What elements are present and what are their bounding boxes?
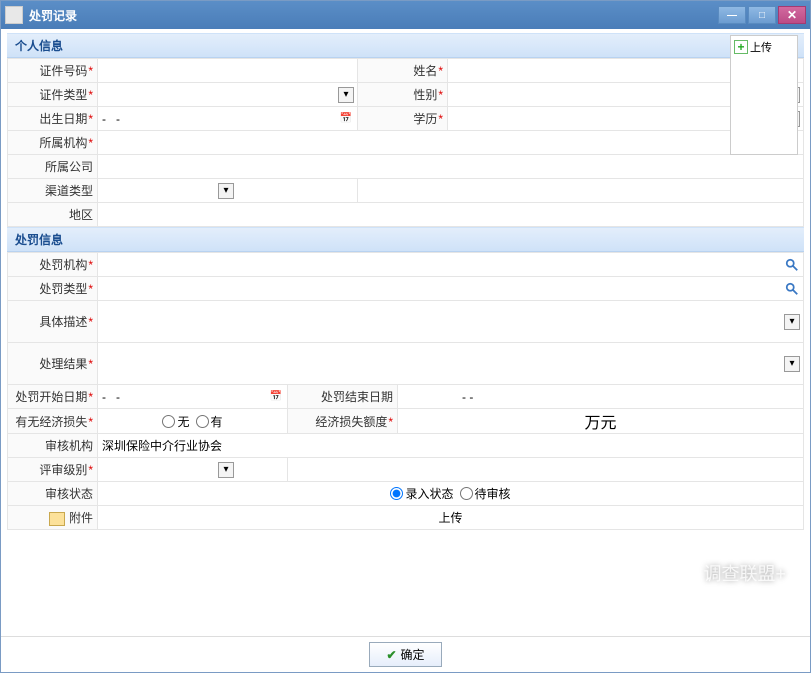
label-result: 处理结果 [8, 343, 98, 385]
label-gender: 性别 [358, 83, 448, 107]
label-desc: 具体描述 [8, 301, 98, 343]
radio-loss-none[interactable]: 无 [162, 413, 189, 430]
chevron-down-icon[interactable]: ▾ [784, 356, 800, 372]
label-org: 所属机构 [8, 131, 98, 155]
label-idtype: 证件类型 [8, 83, 98, 107]
section-personal-info: 个人信息 [7, 33, 804, 58]
plus-icon: + [734, 40, 748, 54]
label-punish-org: 处罚机构 [8, 253, 98, 277]
input-idnum[interactable] [102, 59, 353, 82]
maximize-button[interactable]: □ [748, 6, 776, 24]
label-start-date: 处罚开始日期 [8, 385, 98, 409]
chevron-down-icon[interactable]: ▾ [338, 87, 354, 103]
upload-photo-link[interactable]: + 上传 [731, 36, 797, 58]
input-dob[interactable] [102, 107, 353, 130]
titlebar: 处罚记录 — □ ✕ [1, 1, 810, 29]
input-company[interactable] [102, 155, 799, 178]
search-icon[interactable] [784, 281, 800, 297]
personal-grid: 证件号码 姓名 证件类型 ▾ 性别 ▾ 出生日期 📅 学历 ▾ 所属机构 [7, 58, 804, 227]
input-start-date[interactable] [102, 385, 283, 408]
search-icon[interactable] [784, 257, 800, 273]
minimize-button[interactable]: — [718, 6, 746, 24]
label-dob: 出生日期 [8, 107, 98, 131]
label-audit-org: 审核机构 [8, 434, 98, 458]
value-end-date: - - [402, 390, 473, 404]
radio-status-entry[interactable]: 录入状态 [390, 485, 453, 502]
label-region: 地区 [8, 203, 98, 227]
select-idtype[interactable] [102, 83, 353, 106]
chevron-down-icon[interactable]: ▾ [784, 314, 800, 330]
document-icon [5, 6, 23, 24]
value-audit-org: 深圳保险中介行业协会 [102, 439, 222, 453]
punish-grid: 处罚机构 处罚类型 具体描述 ▾ 处理结果 ▾ 处罚开始日期 📅 处罚结束日期 … [7, 252, 804, 530]
calendar-icon[interactable]: 📅 [338, 111, 354, 127]
label-punish-type: 处罚类型 [8, 277, 98, 301]
radio-status-pending[interactable]: 待审核 [460, 485, 511, 502]
label-company: 所属公司 [8, 155, 98, 179]
radio-loss-has[interactable]: 有 [196, 413, 223, 430]
watermark: 调查联盟+ [675, 560, 786, 586]
label-channel: 渠道类型 [8, 179, 98, 203]
photo-upload-box: + 上传 [730, 35, 798, 155]
window-title: 处罚记录 [29, 7, 718, 24]
chevron-down-icon[interactable]: ▾ [218, 183, 234, 199]
label-attach: 附件 [8, 506, 98, 530]
input-region[interactable] [102, 203, 799, 226]
radio-group-status: 录入状态 待审核 [102, 485, 799, 502]
value-loss-unit: 万元 [398, 409, 804, 434]
radio-group-loss: 无 有 [102, 413, 283, 430]
label-end-date: 处罚结束日期 [288, 385, 398, 409]
punishment-record-window: 处罚记录 — □ ✕ 个人信息 证件号码 姓名 证件类型 ▾ 性别 ▾ 出生日期 [0, 0, 811, 673]
input-org[interactable] [102, 131, 799, 154]
input-punish-type[interactable] [102, 277, 799, 300]
section-punish-info: 处罚信息 [7, 227, 804, 252]
textarea-desc[interactable] [102, 301, 799, 339]
select-channel[interactable] [102, 179, 232, 202]
check-icon: ✔ [386, 648, 396, 662]
upload-label: 上传 [750, 39, 772, 55]
label-edu: 学历 [358, 107, 448, 131]
label-has-loss: 有无经济损失 [8, 409, 98, 434]
form-content: 个人信息 证件号码 姓名 证件类型 ▾ 性别 ▾ 出生日期 📅 学历 ▾ 所属 [1, 29, 810, 636]
footer-bar: ✔ 确定 [1, 636, 810, 672]
folder-icon [49, 512, 65, 526]
input-punish-org[interactable] [102, 253, 799, 276]
ok-button[interactable]: ✔ 确定 [369, 642, 441, 667]
watermark-icon [675, 562, 697, 584]
ok-button-label: 确定 [401, 646, 425, 663]
link-upload-attach[interactable]: 上传 [438, 511, 462, 525]
calendar-icon[interactable]: 📅 [268, 389, 284, 405]
chevron-down-icon[interactable]: ▾ [218, 462, 234, 478]
select-audit-level[interactable] [102, 458, 232, 481]
label-name: 姓名 [358, 59, 448, 83]
label-idnum: 证件号码 [8, 59, 98, 83]
label-audit-status: 审核状态 [8, 482, 98, 506]
textarea-result[interactable] [102, 343, 799, 381]
label-audit-level: 评审级别 [8, 458, 98, 482]
close-button[interactable]: ✕ [778, 6, 806, 24]
label-loss-amt: 经济损失额度 [288, 409, 398, 434]
